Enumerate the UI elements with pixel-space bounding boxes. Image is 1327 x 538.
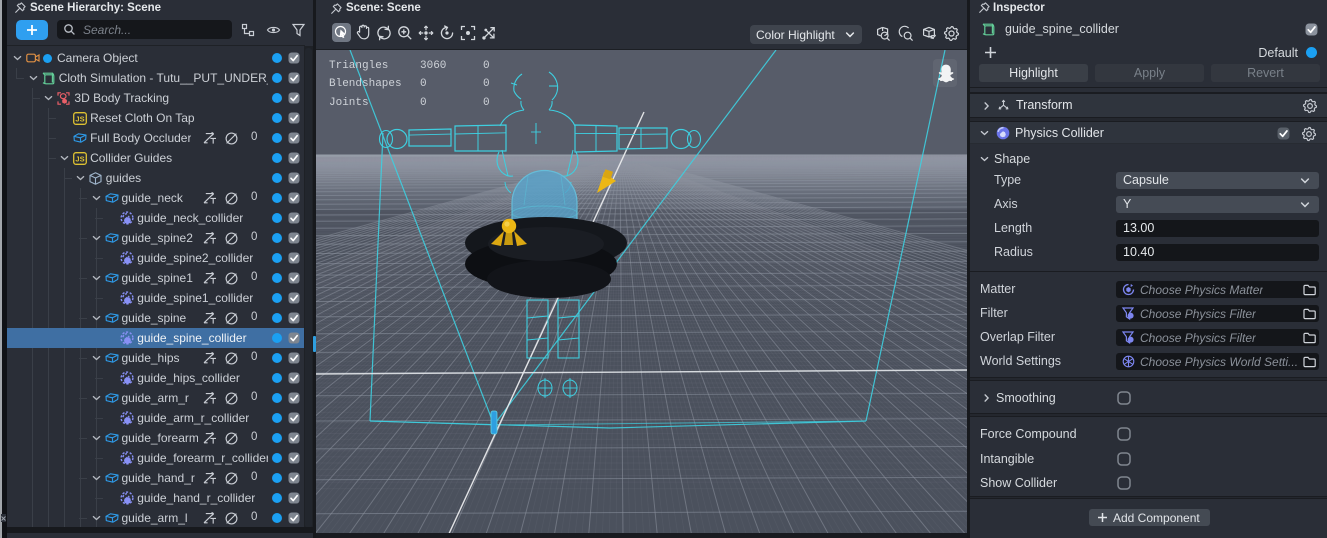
svg-text:JS: JS (76, 154, 85, 163)
svg-text:JS: JS (76, 114, 85, 123)
